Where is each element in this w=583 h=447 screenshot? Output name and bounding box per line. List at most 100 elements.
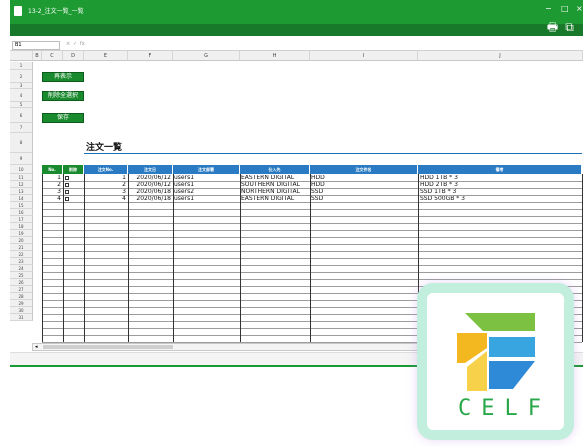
grid-row-line: [42, 279, 582, 280]
title-underline: [84, 153, 582, 154]
maximize-button[interactable]: □: [561, 5, 569, 13]
cell-no: 2: [57, 182, 61, 188]
cell-dept: users2: [174, 189, 195, 195]
grid-column-line: [63, 174, 64, 342]
grid-row-line: [42, 202, 582, 203]
row-header[interactable]: 18: [10, 223, 33, 230]
cell-item: SSD: [311, 189, 324, 195]
cell-date: 2020/06/12: [136, 175, 171, 181]
formula-bar: B1 × ✓ fx: [10, 40, 583, 51]
cell-note: SSD 500GB * 3: [420, 196, 465, 202]
row-header[interactable]: 7: [10, 123, 33, 133]
delete-checkbox[interactable]: [65, 197, 69, 201]
th-dept: 注文部署: [173, 165, 240, 174]
row-header[interactable]: 2: [10, 70, 33, 83]
close-button[interactable]: ×: [576, 5, 583, 13]
row-header[interactable]: 6: [10, 108, 33, 123]
delete-checkbox[interactable]: [65, 190, 69, 194]
redisplay-button[interactable]: 再表示: [42, 72, 84, 82]
select-all-corner[interactable]: [10, 51, 33, 61]
column-header-d[interactable]: D: [63, 51, 84, 61]
cell-dept: users1: [174, 182, 195, 188]
column-header-e[interactable]: E: [84, 51, 128, 61]
confirm-icon[interactable]: ✓: [73, 41, 77, 47]
column-header-j[interactable]: J: [418, 51, 583, 61]
cell-order-no: 2: [122, 182, 126, 188]
scroll-left-icon[interactable]: ◂: [35, 344, 38, 350]
th-no: No.: [42, 165, 63, 174]
row-header[interactable]: 12: [10, 181, 33, 188]
cell-note: HDD 2TB * 3: [420, 182, 458, 188]
cell-date: 2020/06/18: [136, 189, 171, 195]
cell-no: 1: [57, 175, 61, 181]
ribbon-bar: [10, 24, 583, 36]
grid-row-line: [42, 272, 582, 273]
row-header[interactable]: 21: [10, 244, 33, 251]
save-button[interactable]: 保存: [42, 113, 84, 123]
delete-checkbox[interactable]: [65, 183, 69, 187]
row-header[interactable]: 26: [10, 279, 33, 286]
row-header[interactable]: 30: [10, 307, 33, 314]
cell-supplier: EASTERN DIGITAL: [241, 196, 295, 202]
th-item: 注文件名: [310, 165, 418, 174]
row-header[interactable]: 17: [10, 216, 33, 223]
name-box[interactable]: B1: [12, 41, 60, 50]
row-header[interactable]: 1: [10, 62, 33, 70]
grid-row-line: [42, 251, 582, 252]
column-header-i[interactable]: I: [310, 51, 418, 61]
row-header[interactable]: 9: [10, 153, 33, 165]
row-header[interactable]: 28: [10, 293, 33, 300]
row-header[interactable]: 23: [10, 258, 33, 265]
row-header[interactable]: 4: [10, 89, 33, 102]
cell-date: 2020/06/12: [136, 182, 171, 188]
cell-order-no: 1: [122, 175, 126, 181]
grid-row-line: [42, 216, 582, 217]
print-icon[interactable]: 🖶: [546, 21, 559, 34]
row-header[interactable]: 19: [10, 230, 33, 237]
row-header[interactable]: 22: [10, 251, 33, 258]
cell-note: HDD 1TB * 3: [420, 175, 458, 181]
row-header[interactable]: 31: [10, 314, 33, 321]
cell-dept: users1: [174, 175, 195, 181]
grid-row-line: [42, 244, 582, 245]
row-header[interactable]: 8: [10, 133, 33, 153]
cell-supplier: SOUTHERN DIGITAL: [241, 182, 300, 188]
column-header-b[interactable]: B: [33, 51, 42, 61]
th-delete: 削除: [63, 165, 84, 174]
function-icon[interactable]: fx: [80, 41, 85, 47]
th-order-date: 注文日: [128, 165, 173, 174]
grid-row-line: [42, 258, 582, 259]
column-header-c[interactable]: C: [42, 51, 63, 61]
clear-selection-button[interactable]: 削除全選択: [42, 91, 84, 101]
column-header-f[interactable]: F: [128, 51, 173, 61]
cancel-icon[interactable]: ×: [66, 41, 70, 47]
row-header[interactable]: 29: [10, 300, 33, 307]
row-header[interactable]: 15: [10, 202, 33, 209]
row-header[interactable]: 24: [10, 265, 33, 272]
column-header-g[interactable]: G: [173, 51, 240, 61]
row-header[interactable]: 27: [10, 286, 33, 293]
column-header-h[interactable]: H: [240, 51, 310, 61]
grid-row-line: [42, 230, 582, 231]
preview-icon[interactable]: ⧉: [563, 21, 576, 34]
minimize-button[interactable]: −: [545, 5, 552, 13]
cell-no: 3: [57, 189, 61, 195]
grid-row-line: [42, 237, 582, 238]
th-note: 備考: [418, 165, 582, 174]
row-header[interactable]: 13: [10, 188, 33, 195]
window-title: 13-2_注文一覧_一覧: [28, 8, 84, 15]
row-header[interactable]: 16: [10, 209, 33, 216]
row-header[interactable]: 11: [10, 174, 33, 181]
grid-row-line: [42, 209, 582, 210]
row-header[interactable]: 14: [10, 195, 33, 202]
cell-item: HDD: [311, 175, 325, 181]
scroll-thumb[interactable]: [43, 345, 173, 349]
page-title: 注文一覧: [86, 143, 123, 153]
row-header[interactable]: 10: [10, 165, 33, 174]
row-header[interactable]: 25: [10, 272, 33, 279]
delete-checkbox[interactable]: [65, 176, 69, 180]
row-header[interactable]: 20: [10, 237, 33, 244]
cell-dept: users1: [174, 196, 195, 202]
title-bar: 13-2_注文一覧_一覧 − □ ×: [10, 0, 583, 24]
horizontal-scrollbar[interactable]: ◂: [32, 343, 432, 351]
